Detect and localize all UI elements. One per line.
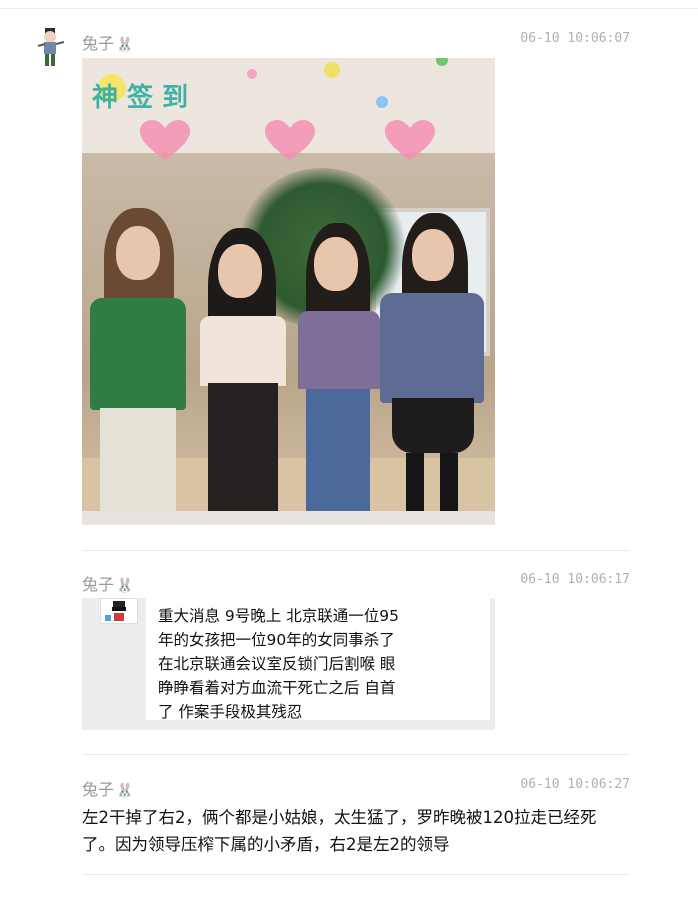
divider xyxy=(82,874,630,875)
timestamp: 06-10 10:06:27 xyxy=(520,777,630,792)
user-avatar[interactable] xyxy=(34,24,68,68)
top-divider xyxy=(0,8,698,9)
bunny-badge-icon: 🐰 xyxy=(116,578,134,594)
timestamp: 06-10 10:06:17 xyxy=(520,572,630,587)
bunny-badge-icon: 🐰 xyxy=(116,37,134,53)
heart-sticker-icon xyxy=(385,120,435,160)
photo-bottom-strip xyxy=(82,511,495,525)
chat-bubble: 重大消息 9号晚上 北京联通一位95年的女孩把一位90年的女同事杀了 在北京联通… xyxy=(146,598,490,721)
divider xyxy=(82,550,630,551)
post-photo[interactable]: 神 签 到 xyxy=(82,58,495,525)
author-name[interactable]: 兔子 🐰 xyxy=(82,30,133,54)
message-text: 左2干掉了右2，俩个都是小姑娘，太生猛了，罗昨晚被120拉走已经死了。因为领导压… xyxy=(82,808,597,854)
forwarded-chat-screenshot[interactable]: 重大消息 9号晚上 北京联通一位95年的女孩把一位90年的女同事杀了 在北京联通… xyxy=(82,598,495,730)
timestamp: 06-10 10:06:07 xyxy=(520,31,630,46)
author-name[interactable]: 兔子 🐰 xyxy=(82,776,133,800)
banner-text: 神 签 到 xyxy=(92,82,188,113)
photo-person xyxy=(82,208,192,513)
photo-person xyxy=(380,213,488,513)
photo-person xyxy=(194,228,292,513)
bunny-badge-icon: 🐰 xyxy=(116,783,134,799)
heart-sticker-icon xyxy=(140,120,190,160)
chat-avatar-icon xyxy=(100,598,138,624)
heart-sticker-icon xyxy=(265,120,315,160)
author-name[interactable]: 兔子 🐰 xyxy=(82,571,133,595)
divider xyxy=(82,754,630,755)
photo-person xyxy=(294,223,384,513)
forwarded-message-text: 重大消息 9号晚上 北京联通一位95年的女孩把一位90年的女同事杀了 在北京联通… xyxy=(158,607,399,721)
